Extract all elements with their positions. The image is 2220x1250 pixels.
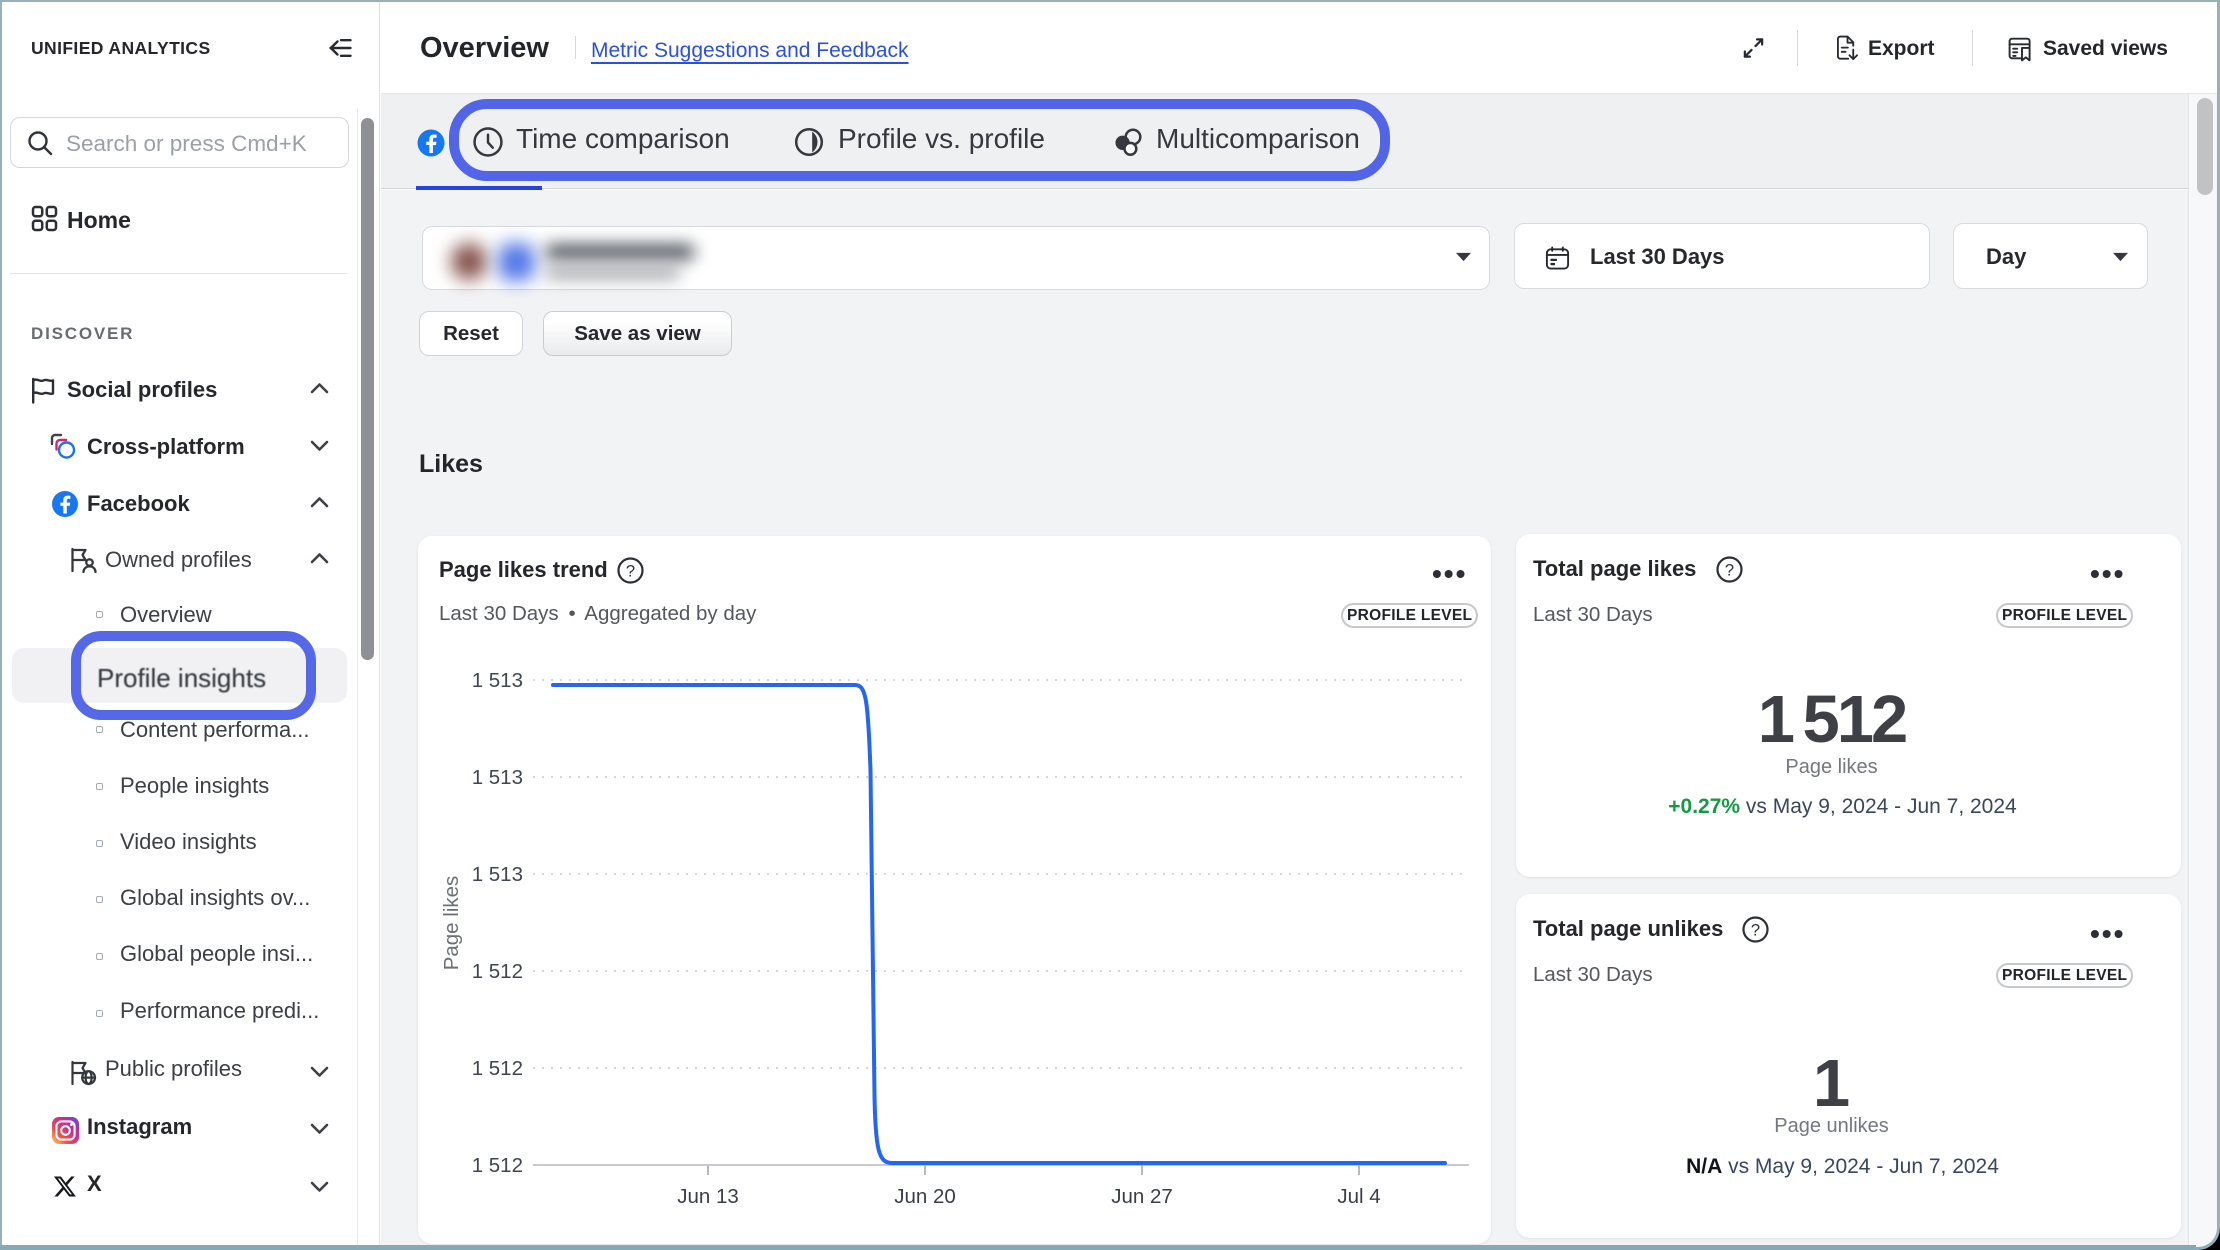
svg-text:Jul 4: Jul 4 xyxy=(1337,1185,1380,1208)
svg-text:Page likes: Page likes xyxy=(440,876,463,971)
svg-text:1 513: 1 513 xyxy=(472,863,523,886)
svg-text:1 513: 1 513 xyxy=(472,669,523,692)
svg-text:Jun 13: Jun 13 xyxy=(677,1185,739,1208)
svg-text:1 512: 1 512 xyxy=(472,960,523,983)
svg-text:Jun 20: Jun 20 xyxy=(894,1185,956,1208)
svg-text:Jun 27: Jun 27 xyxy=(1111,1185,1173,1208)
svg-text:?: ? xyxy=(1725,562,1734,580)
svg-text:1 513: 1 513 xyxy=(472,766,523,789)
svg-text:1 512: 1 512 xyxy=(472,1057,523,1080)
svg-text:?: ? xyxy=(1751,922,1760,940)
svg-text:1 512: 1 512 xyxy=(472,1154,523,1177)
